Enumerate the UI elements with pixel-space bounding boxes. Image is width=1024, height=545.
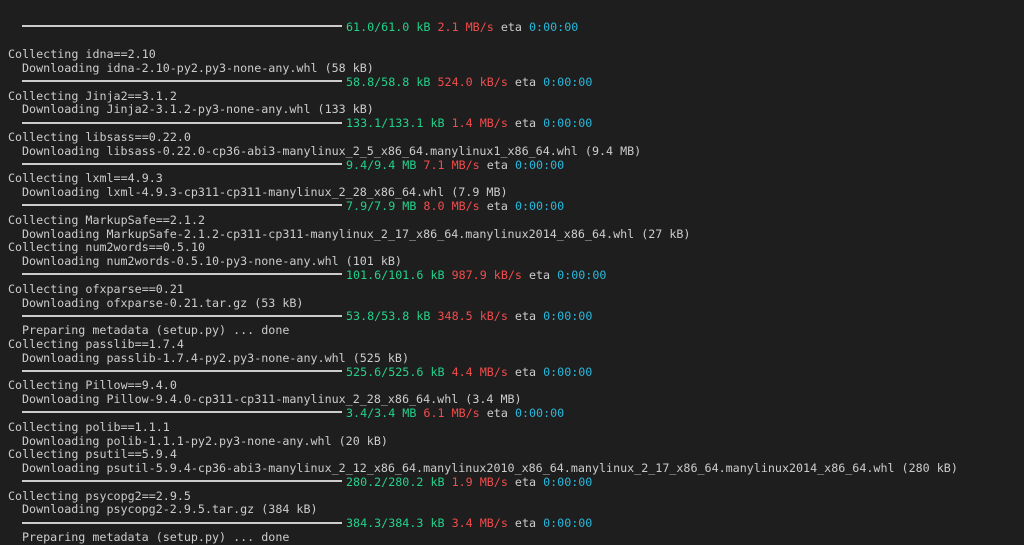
eta-label: eta	[514, 517, 537, 531]
progress-line: 7.9/7.9 MB 8.0 MB/s eta 0:00:00	[0, 200, 1024, 214]
download-size: 61.0/61.0 kB	[346, 20, 431, 34]
progress-line: 53.8/53.8 kB 348.5 kB/s eta 0:00:00	[0, 310, 1024, 324]
collecting-line: Collecting psycopg2==2.9.5	[8, 489, 191, 503]
download-speed: 3.4 MB/s	[451, 517, 508, 531]
progress-bar	[22, 121, 342, 124]
download-size: 53.8/53.8 kB	[346, 310, 431, 324]
progress-line: 61.0/61.0 kB 2.1 MB/s eta 0:00:00	[0, 21, 1024, 35]
progress-bar	[22, 204, 342, 207]
collecting-line: Collecting idna==2.10	[8, 48, 156, 62]
download-line: Preparing metadata (setup.py) ... done	[22, 324, 290, 338]
download-line: Downloading Pillow-9.4.0-cp311-cp311-man…	[22, 393, 522, 407]
eta-label: eta	[500, 20, 522, 34]
download-speed: 8.0 MB/s	[423, 199, 480, 213]
download-line: Downloading lxml-4.9.3-cp311-cp311-manyl…	[22, 186, 508, 200]
collecting-line: Collecting Jinja2==3.1.2	[8, 89, 177, 103]
collecting-line: Collecting libsass==0.22.0	[8, 130, 191, 144]
progress-line: 9.4/9.4 MB 7.1 MB/s eta 0:00:00	[0, 159, 1024, 173]
progress-bar	[22, 411, 342, 414]
eta-label: eta	[514, 365, 537, 379]
eta-value: 0:00:00	[514, 406, 565, 420]
progress-line: 58.8/58.8 kB 524.0 kB/s eta 0:00:00	[0, 76, 1024, 90]
progress-line: 101.6/101.6 kB 987.9 kB/s eta 0:00:00	[0, 269, 1024, 283]
eta-label: eta	[486, 158, 508, 172]
download-size: 280.2/280.2 kB	[346, 475, 445, 489]
download-line: Downloading passlib-1.7.4-py2.py3-none-a…	[22, 351, 410, 365]
download-line: Downloading MarkupSafe-2.1.2-cp311-cp311…	[22, 227, 691, 241]
collecting-line: Collecting MarkupSafe==2.1.2	[8, 213, 206, 227]
download-size: 7.9/7.9 MB	[346, 199, 417, 213]
eta-value: 0:00:00	[529, 20, 579, 34]
eta-label: eta	[514, 310, 537, 324]
download-size: 9.4/9.4 MB	[346, 158, 417, 172]
progress-line: 525.6/525.6 kB 4.4 MB/s eta 0:00:00	[0, 366, 1024, 380]
eta-value: 0:00:00	[543, 117, 593, 131]
collecting-line: Collecting psutil==5.9.4	[8, 448, 177, 462]
download-line: Downloading Jinja2-3.1.2-py3-none-any.wh…	[22, 103, 374, 117]
download-speed: 2.1 MB/s	[437, 20, 494, 34]
progress-bar	[22, 25, 342, 28]
download-size: 101.6/101.6 kB	[346, 268, 445, 282]
eta-label: eta	[528, 268, 551, 282]
collecting-line: Collecting ofxparse==0.21	[8, 282, 184, 296]
eta-label: eta	[514, 75, 537, 89]
progress-line: 133.1/133.1 kB 1.4 MB/s eta 0:00:00	[0, 117, 1024, 131]
progress-bar	[22, 370, 342, 373]
download-line: Downloading ofxparse-0.21.tar.gz (53 kB)	[22, 296, 304, 310]
progress-bar	[22, 80, 342, 83]
download-speed: 7.1 MB/s	[423, 158, 480, 172]
download-size: 58.8/58.8 kB	[346, 75, 431, 89]
eta-value: 0:00:00	[543, 475, 593, 489]
collecting-line: Collecting lxml==4.9.3	[8, 172, 163, 186]
progress-bar	[22, 163, 342, 166]
download-speed: 4.4 MB/s	[451, 365, 508, 379]
eta-label: eta	[486, 406, 508, 420]
download-line: Downloading libsass-0.22.0-cp36-abi3-man…	[22, 144, 642, 158]
collecting-line: Collecting passlib==1.7.4	[8, 337, 184, 351]
eta-label: eta	[514, 117, 537, 131]
download-line: Preparing metadata (setup.py) ... done	[22, 531, 290, 545]
download-line: Downloading polib-1.1.1-py2.py3-none-any…	[22, 434, 388, 448]
eta-value: 0:00:00	[543, 365, 593, 379]
collecting-line: Collecting polib==1.1.1	[8, 420, 170, 434]
progress-bar	[22, 273, 342, 276]
eta-value: 0:00:00	[543, 517, 593, 531]
progress-line: 3.4/3.4 MB 6.1 MB/s eta 0:00:00	[0, 407, 1024, 421]
download-speed: 524.0 kB/s	[437, 75, 508, 89]
eta-value: 0:00:00	[543, 75, 593, 89]
download-speed: 987.9 kB/s	[451, 268, 522, 282]
progress-bar	[22, 314, 342, 317]
download-line: Downloading idna-2.10-py2.py3-none-any.w…	[22, 61, 374, 75]
download-speed: 1.4 MB/s	[451, 117, 508, 131]
progress-line: 280.2/280.2 kB 1.9 MB/s eta 0:00:00	[0, 476, 1024, 490]
collecting-line: Collecting Pillow==9.4.0	[8, 379, 177, 393]
download-speed: 6.1 MB/s	[423, 406, 480, 420]
download-speed: 1.9 MB/s	[451, 475, 508, 489]
download-speed: 348.5 kB/s	[437, 310, 508, 324]
download-size: 525.6/525.6 kB	[346, 365, 445, 379]
download-line: Downloading num2words-0.5.10-py3-none-an…	[22, 255, 402, 269]
eta-value: 0:00:00	[514, 199, 565, 213]
progress-bar	[22, 480, 342, 483]
collecting-line: Collecting num2words==0.5.10	[8, 241, 206, 255]
download-size: 3.4/3.4 MB	[346, 406, 417, 420]
download-size: 133.1/133.1 kB	[346, 117, 445, 131]
eta-label: eta	[486, 199, 508, 213]
download-line: Downloading psutil-5.9.4-cp36-abi3-manyl…	[22, 462, 958, 476]
eta-value: 0:00:00	[514, 158, 565, 172]
download-size: 384.3/384.3 kB	[346, 517, 445, 531]
terminal-output[interactable]: 61.0/61.0 kB 2.1 MB/s eta 0:00:00 Collec…	[0, 0, 1024, 545]
progress-bar	[22, 521, 342, 524]
eta-value: 0:00:00	[557, 268, 607, 282]
eta-value: 0:00:00	[543, 310, 593, 324]
eta-label: eta	[514, 475, 537, 489]
progress-line: 384.3/384.3 kB 3.4 MB/s eta 0:00:00	[0, 517, 1024, 531]
